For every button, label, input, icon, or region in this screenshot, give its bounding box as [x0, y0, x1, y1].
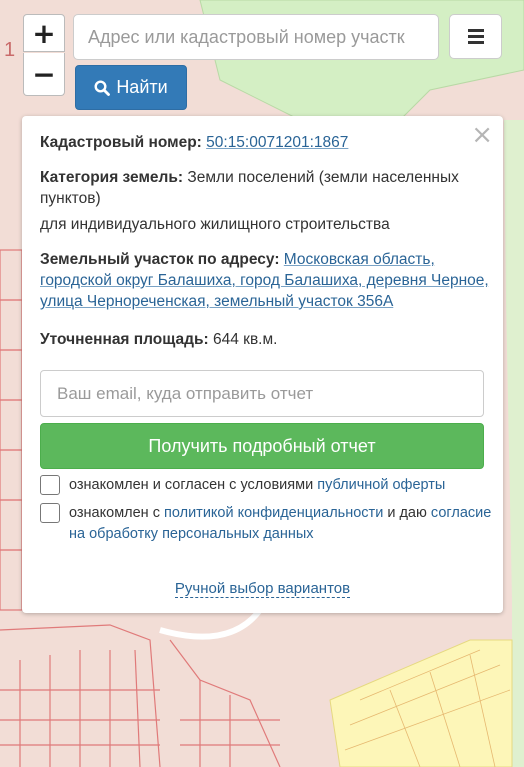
address-row: Земельный участок по адресу: Московская …	[40, 249, 492, 312]
manual-selection-row: Ручной выбор вариантов	[22, 580, 503, 598]
cadastral-label: Кадастровый номер:	[40, 134, 202, 151]
area-value: 644 кв.м.	[213, 331, 278, 348]
parcel-info-panel: × Кадастровый номер: 50:15:0071201:1867 …	[22, 116, 503, 613]
usage-value: для индивидуального жилищного строительс…	[40, 216, 390, 233]
parcel-grid-bottom	[0, 624, 281, 767]
public-offer-link[interactable]: публичной оферты	[317, 477, 445, 493]
search-icon	[94, 79, 111, 96]
privacy-policy-link[interactable]: политикой конфиденциальности	[164, 505, 383, 521]
area-row: Уточненная площадь: 644 кв.м.	[40, 329, 492, 350]
area-label: Уточненная площадь:	[40, 331, 209, 348]
category-label: Категория земель:	[40, 169, 184, 186]
consent-privacy-prefix: ознакомлен с	[69, 505, 160, 521]
category-row: Категория земель: Земли поселений (земли…	[40, 167, 492, 209]
yellow-zone	[329, 639, 513, 767]
get-report-label: Получить подробный отчет	[148, 435, 376, 456]
consent-offer-checkbox[interactable]	[40, 475, 60, 495]
find-button[interactable]: Найти	[75, 65, 187, 110]
consent-offer-row: ознакомлен и согласен с условиями публич…	[40, 475, 492, 496]
get-report-button[interactable]: Получить подробный отчет	[40, 423, 484, 469]
parcel-grid-left	[0, 249, 23, 611]
plus-icon: +	[32, 16, 56, 50]
zoom-out-button[interactable]: −	[23, 53, 65, 96]
zoom-in-button[interactable]: +	[23, 14, 65, 52]
search-input[interactable]	[73, 14, 439, 60]
consent-privacy-checkbox[interactable]	[40, 503, 60, 523]
consent-privacy-middle: и даю	[387, 505, 427, 521]
find-button-label: Найти	[116, 77, 168, 97]
consent-offer-text: ознакомлен и согласен с условиями	[69, 477, 314, 493]
cadastral-row: Кадастровый номер: 50:15:0071201:1867	[40, 132, 492, 153]
hamburger-icon	[467, 26, 484, 47]
consent-privacy-row: ознакомлен с политикой конфиденциальност…	[40, 503, 492, 545]
road	[159, 608, 263, 640]
manual-selection-link[interactable]: Ручной выбор вариантов	[174, 580, 351, 598]
email-input[interactable]	[40, 370, 484, 417]
map-label: 1	[4, 39, 15, 61]
usage-row: для индивидуального жилищного строительс…	[40, 214, 492, 235]
minus-icon: −	[32, 57, 56, 91]
cadastral-number-link[interactable]: 50:15:0071201:1867	[206, 134, 348, 151]
menu-button[interactable]	[449, 14, 502, 59]
address-label: Земельный участок по адресу:	[40, 251, 280, 268]
